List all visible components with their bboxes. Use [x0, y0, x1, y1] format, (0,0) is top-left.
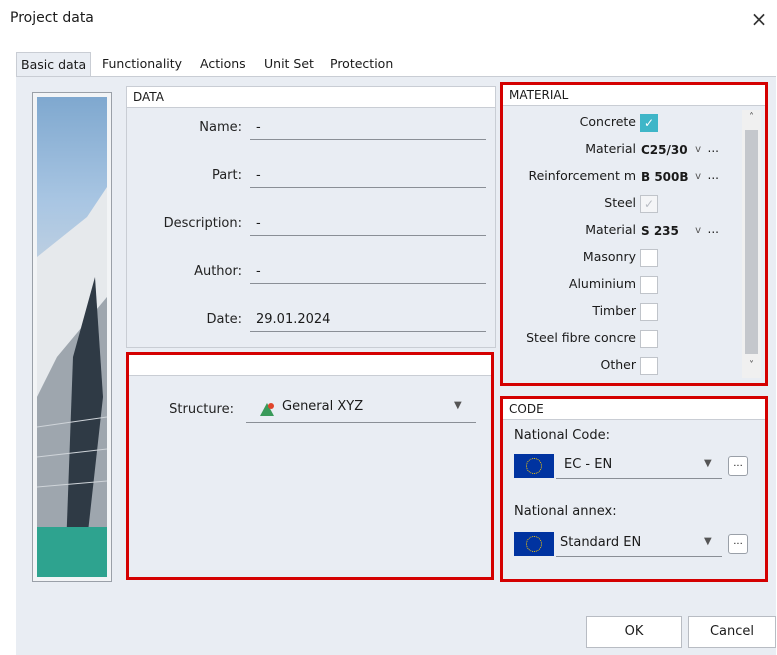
code-panel-header: CODE [503, 399, 765, 420]
national-code-label: National Code: [514, 428, 610, 443]
steel-label: Steel [604, 195, 636, 210]
scrollbar-thumb[interactable] [745, 130, 758, 354]
tab-bar: Basic data Functionality Actions Unit Se… [0, 52, 777, 77]
building-picture [37, 97, 107, 577]
part-field[interactable]: - [250, 165, 486, 188]
concrete-material-select[interactable]: C25/30 v ... [638, 140, 723, 160]
material-row-steel-material: Material S 235 v ... [508, 218, 746, 244]
aluminium-label: Aluminium [568, 276, 636, 291]
national-code-select[interactable]: EC - EN ▼ [556, 452, 722, 479]
tab-protection[interactable]: Protection [326, 52, 397, 76]
reinforcement-value: B 500B [641, 170, 689, 184]
material-panel-header: MATERIAL [503, 85, 765, 106]
reinforcement-label: Reinforcement m [528, 168, 636, 183]
more-button[interactable]: ... [708, 219, 719, 239]
project-image [32, 92, 112, 582]
national-code-value: EC - EN [564, 457, 613, 472]
structure-value: General XYZ [282, 399, 364, 414]
material-row-steel-fibre: Steel fibre concre [508, 326, 746, 352]
steel-fibre-label: Steel fibre concre [526, 330, 636, 345]
structure-label: Structure: [169, 402, 234, 417]
concrete-material-label: Material [585, 141, 636, 156]
cancel-button[interactable]: Cancel [688, 616, 776, 648]
national-annex-value: Standard EN [560, 535, 642, 550]
national-annex-select[interactable]: Standard EN ▼ [556, 530, 722, 557]
masonry-checkbox[interactable] [640, 249, 658, 267]
eu-flag-icon [514, 454, 554, 478]
material-row-reinforcement: Reinforcement m B 500B v ... [508, 164, 746, 190]
ok-button[interactable]: OK [586, 616, 682, 648]
concrete-checkbox[interactable]: ✓ [640, 114, 658, 132]
author-field[interactable]: - [250, 261, 486, 284]
aluminium-checkbox[interactable] [640, 276, 658, 294]
timber-label: Timber [592, 303, 636, 318]
steel-material-value: S 235 [641, 224, 679, 238]
chevron-down-icon: ▼ [454, 400, 462, 411]
chevron-down-icon: v [695, 144, 701, 155]
part-label: Part: [211, 168, 242, 183]
chevron-down-icon: ▼ [704, 458, 712, 469]
title-bar [0, 0, 777, 40]
window-title: Project data [10, 10, 94, 26]
reinforcement-select[interactable]: B 500B v ... [638, 167, 723, 187]
description-field[interactable]: - [250, 213, 486, 236]
steel-material-select[interactable]: S 235 v ... [638, 221, 723, 241]
material-row-concrete-material: Material C25/30 v ... [508, 137, 746, 163]
eu-flag-icon [514, 532, 554, 556]
description-label: Description: [163, 216, 242, 231]
steel-checkbox[interactable]: ✓ [640, 195, 658, 213]
scroll-up-icon[interactable]: ˄ [742, 112, 761, 126]
structure-select[interactable]: General XYZ ▼ [246, 396, 476, 423]
steel-material-label: Material [585, 222, 636, 237]
structure-icon [258, 400, 276, 418]
national-code-more-button[interactable]: ... [728, 456, 748, 476]
material-row-timber: Timber [508, 299, 746, 325]
material-row-aluminium: Aluminium [508, 272, 746, 298]
data-panel-header: DATA [127, 87, 495, 108]
concrete-label: Concrete [579, 114, 636, 129]
chevron-down-icon: ▼ [704, 536, 712, 547]
date-field[interactable]: 29.01.2024 [250, 309, 486, 332]
material-row-steel: Steel ✓ [508, 191, 746, 217]
more-button[interactable]: ... [708, 165, 719, 185]
chevron-down-icon: v [695, 171, 701, 182]
tab-actions[interactable]: Actions [196, 52, 250, 76]
other-label: Other [600, 357, 637, 372]
chevron-down-icon: v [695, 225, 701, 236]
structure-panel [126, 352, 494, 580]
date-label: Date: [206, 312, 242, 327]
national-annex-more-button[interactable]: ... [728, 534, 748, 554]
material-row-concrete: Concrete ✓ [508, 110, 746, 136]
material-row-masonry: Masonry [508, 245, 746, 271]
tab-functionality[interactable]: Functionality [98, 52, 186, 76]
scroll-down-icon[interactable]: ˅ [742, 360, 761, 374]
national-annex-label: National annex: [514, 504, 617, 519]
more-button[interactable]: ... [708, 138, 719, 158]
steel-fibre-checkbox[interactable] [640, 330, 658, 348]
material-row-other: Other [508, 353, 746, 379]
material-list: Concrete ✓ Material C25/30 v ... Reinfor… [508, 110, 742, 382]
concrete-material-value: C25/30 [641, 143, 688, 157]
name-label: Name: [199, 120, 242, 135]
other-checkbox[interactable] [640, 357, 658, 375]
structure-panel-header [129, 355, 491, 376]
timber-checkbox[interactable] [640, 303, 658, 321]
close-icon[interactable]: × [747, 6, 771, 32]
tab-basic-data[interactable]: Basic data [16, 52, 92, 77]
author-label: Author: [194, 264, 242, 279]
name-field[interactable]: - [250, 117, 486, 140]
masonry-label: Masonry [582, 249, 636, 264]
material-scrollbar[interactable]: ˄ ˅ [742, 110, 761, 378]
tab-unit-set[interactable]: Unit Set [260, 52, 318, 76]
